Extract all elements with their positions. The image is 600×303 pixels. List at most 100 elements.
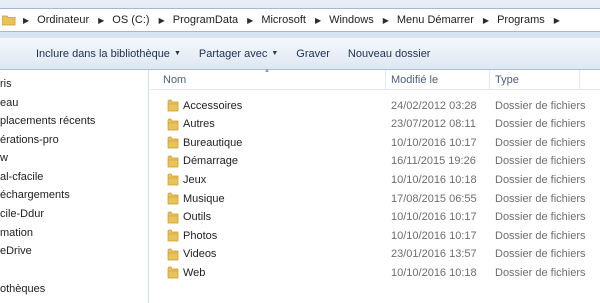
file-name: Web [183, 266, 206, 279]
file-name: Photos [183, 229, 218, 242]
column-header-name[interactable]: Nom [163, 70, 186, 90]
file-row[interactable]: Outils 10/10/2016 10:17 Dossier de fichier… [150, 208, 600, 227]
address-bar[interactable]: ▶ Ordinateur ▶ OS (C:) ▶ ProgramData ▶ M… [0, 8, 600, 32]
burn-button[interactable]: Graver [287, 43, 339, 65]
file-modified-date: 17/08/2015 06:55 [391, 192, 477, 205]
file-name: Musique [183, 192, 225, 205]
file-name: Outils [183, 211, 212, 224]
chevron-right-icon[interactable]: ▶ [548, 16, 565, 25]
nav-item-favoris[interactable]: ris [0, 78, 12, 90]
breadcrumb-microsoft[interactable]: Microsoft [258, 9, 309, 31]
new-folder-label: Nouveau dossier [347, 47, 431, 60]
file-row[interactable]: Bureautique 10/10/2016 10:17 Dossier de fi… [150, 133, 600, 152]
breadcrumb-windows[interactable]: Windows [326, 9, 377, 31]
file-row[interactable]: Démarrage 16/11/2015 19:26 Dossier de fich… [150, 152, 600, 171]
column-header-type[interactable]: Type [495, 70, 519, 90]
address-bar-area: ▶ Ordinateur ▶ OS (C:) ▶ ProgramData ▶ M… [0, 0, 600, 38]
breadcrumb-programs[interactable]: Programs [494, 9, 548, 31]
file-row[interactable]: Videos 23/01/2016 13:57 Dossier de fichier… [150, 245, 600, 264]
file-modified-date: 10/10/2016 10:18 [391, 173, 477, 186]
breadcrumb-programdata[interactable]: ProgramData [170, 9, 241, 31]
file-type: Dossier de fichiers [495, 248, 586, 261]
file-type: Dossier de fichiers [495, 155, 586, 168]
chevron-down-icon: ▼ [173, 50, 181, 57]
include-in-library-button[interactable]: Inclure dans la bibliothèque ▼ [27, 43, 190, 65]
file-modified-date: 23/07/2012 08:11 [391, 118, 476, 131]
file-list: Nom ▲ Modifié le Type Accessoires 24/02/2… [150, 68, 600, 303]
file-name: Jeux [183, 173, 207, 186]
new-folder-button[interactable]: Nouveau dossier [339, 43, 440, 65]
file-modified-date: 10/10/2016 10:17 [391, 229, 477, 242]
folder-icon [167, 172, 179, 186]
chevron-right-icon[interactable]: ▶ [16, 16, 34, 25]
file-name: Videos [183, 248, 217, 261]
file-modified-date: 16/11/2015 19:26 [391, 155, 476, 168]
folder-icon [1, 14, 16, 26]
file-type: Dossier de fichiers [495, 118, 586, 131]
file-type: Dossier de fichiers [495, 229, 586, 242]
share-with-button[interactable]: Partager avec ▼ [190, 43, 287, 65]
chevron-right-icon[interactable]: ▶ [377, 16, 394, 25]
file-name: Autres [183, 118, 215, 131]
file-modified-date: 24/02/2012 03:28 [391, 99, 477, 112]
column-header-row: Nom ▲ Modifié le Type [150, 68, 600, 90]
file-modified-date: 10/10/2016 10:17 [391, 211, 477, 224]
nav-item-operations-pro[interactable]: érations-pro [0, 134, 59, 146]
file-row[interactable]: Autres 23/07/2012 08:11 Dossier de fichier… [150, 115, 600, 134]
file-row[interactable]: Accessoires 24/02/2012 03:28 Dossier de fi… [150, 96, 600, 115]
folder-icon [167, 117, 179, 131]
file-row[interactable]: Jeux 10/10/2016 10:18 Dossier de fichiers [150, 170, 600, 189]
file-type: Dossier de fichiers [495, 99, 586, 112]
nav-item-mation[interactable]: mation [0, 227, 33, 239]
file-row[interactable]: Musique 17/08/2015 06:55 Dossier de fichie… [150, 189, 600, 208]
nav-item-emplacements-recents[interactable]: placements récents [0, 115, 95, 127]
file-type: Dossier de fichiers [495, 136, 586, 149]
folder-icon [167, 265, 179, 279]
chevron-right-icon[interactable]: ▶ [92, 16, 109, 25]
chevron-right-icon[interactable]: ▶ [309, 16, 326, 25]
include-in-library-label: Inclure dans la bibliothèque [36, 47, 170, 60]
folder-icon [167, 98, 179, 112]
column-divider[interactable] [385, 70, 386, 90]
file-row[interactable]: Photos 10/10/2016 10:17 Dossier de fichier… [150, 226, 600, 245]
share-with-label: Partager avec [198, 47, 268, 60]
nav-item-al-cfacile[interactable]: al-cfacile [0, 171, 43, 183]
nav-item-onedrive[interactable]: eDrive [0, 245, 32, 257]
nav-item-bibliotheques[interactable]: othèques [0, 283, 45, 295]
file-modified-date: 23/01/2016 13:57 [391, 248, 477, 261]
file-row[interactable]: Web 10/10/2016 10:18 Dossier de fichiers [150, 263, 600, 282]
nav-item-telechargements[interactable]: échargements [0, 189, 70, 201]
folder-icon [167, 210, 179, 224]
column-header-modified[interactable]: Modifié le [391, 70, 438, 90]
burn-label: Graver [296, 47, 330, 60]
breadcrumb-ordinateur[interactable]: Ordinateur [34, 9, 92, 31]
chevron-right-icon[interactable]: ▶ [241, 16, 258, 25]
file-name: Accessoires [183, 99, 243, 112]
nav-item-w[interactable]: w [0, 152, 8, 164]
breadcrumb-menu-demarrer[interactable]: Menu Démarrer [394, 9, 477, 31]
chevron-right-icon[interactable]: ▶ [153, 16, 170, 25]
command-bar: Inclure dans la bibliothèque ▼ Partager … [0, 38, 600, 70]
navigation-pane: ris eau placements récents érations-pro … [0, 70, 149, 303]
folder-icon [167, 135, 179, 149]
file-type: Dossier de fichiers [495, 211, 586, 224]
chevron-down-icon: ▼ [271, 50, 279, 57]
file-type: Dossier de fichiers [495, 266, 586, 279]
nav-item-cile-ddur[interactable]: cile-Ddur [0, 208, 44, 220]
folder-icon [167, 154, 179, 168]
file-type: Dossier de fichiers [495, 192, 586, 205]
file-modified-date: 10/10/2016 10:18 [391, 266, 477, 279]
folder-icon [167, 247, 179, 261]
folder-icon [167, 228, 179, 242]
nav-item-bureau[interactable]: eau [0, 97, 18, 109]
file-name: Bureautique [183, 136, 243, 149]
sort-caret-icon: ▲ [264, 68, 270, 74]
file-modified-date: 10/10/2016 10:17 [391, 136, 477, 149]
file-type: Dossier de fichiers [495, 173, 586, 186]
folder-icon [167, 191, 179, 205]
chevron-right-icon[interactable]: ▶ [477, 16, 494, 25]
column-divider[interactable] [489, 70, 490, 90]
column-divider[interactable] [579, 70, 580, 90]
breadcrumb-os-c[interactable]: OS (C:) [109, 9, 152, 31]
file-name: Démarrage [183, 155, 239, 168]
